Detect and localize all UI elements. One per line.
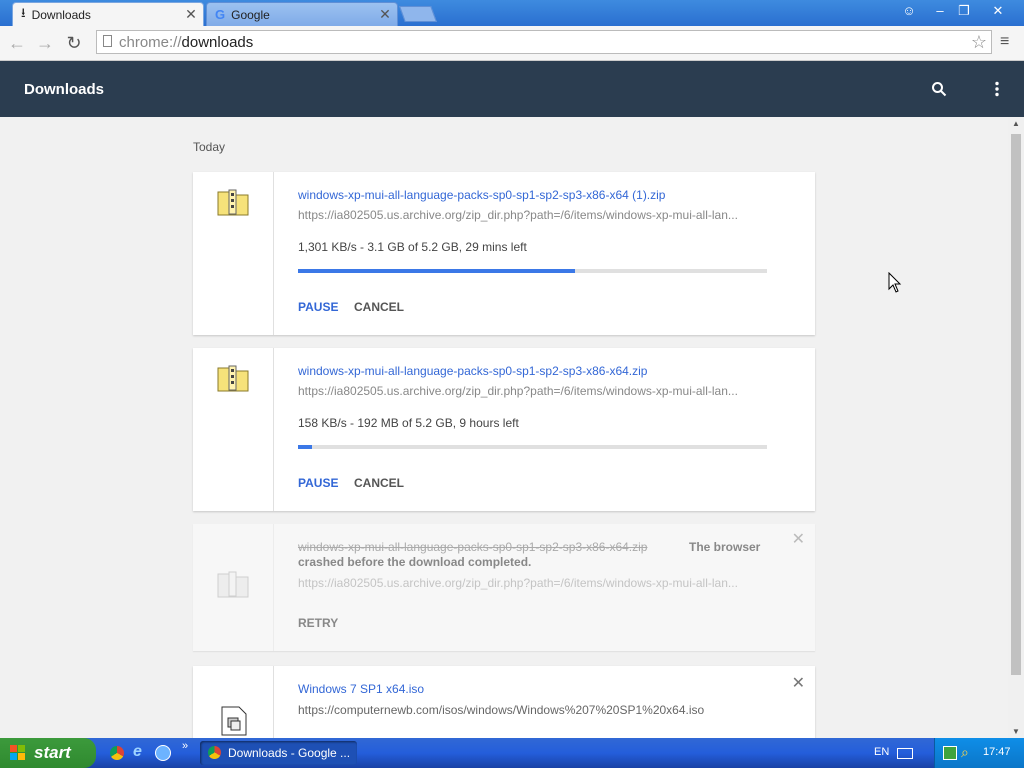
zip-file-icon xyxy=(217,571,249,598)
error-text-line1: The browser xyxy=(689,540,761,554)
network-icon[interactable] xyxy=(943,746,957,760)
language-indicator[interactable]: EN xyxy=(874,746,889,758)
zip-file-icon xyxy=(217,189,249,216)
start-label: start xyxy=(34,743,71,762)
remove-item-icon[interactable]: ✕ xyxy=(792,529,805,549)
reload-button[interactable]: ↻ xyxy=(63,32,85,54)
progress-fill xyxy=(298,445,313,449)
source-url[interactable]: https://ia802505.us.archive.org/zip_dir.… xyxy=(298,208,738,222)
title-bar: ⭳ Downloads ✕ G Google ✕ ☺ – ❐ ✕ xyxy=(0,0,1024,26)
retry-button[interactable]: RETRY xyxy=(298,616,338,630)
download-item-failed: windows-xp-mui-all-language-packs-sp0-sp… xyxy=(193,524,815,651)
windows-logo-icon xyxy=(10,745,26,761)
mouse-cursor-icon xyxy=(888,272,902,293)
url-scheme: chrome:// xyxy=(119,34,182,51)
close-tab-icon[interactable]: ✕ xyxy=(183,6,199,23)
scrollbar-thumb[interactable] xyxy=(1011,134,1021,675)
download-status: 158 KB/s - 192 MB of 5.2 GB, 9 hours lef… xyxy=(298,416,519,430)
address-bar[interactable]: chrome://downloads ☆ xyxy=(96,30,992,54)
error-text-line2: crashed before the download completed. xyxy=(298,555,532,569)
more-options-icon[interactable] xyxy=(994,81,1000,97)
star-icon[interactable]: ☆ xyxy=(971,32,987,53)
tab-downloads[interactable]: ⭳ Downloads ✕ xyxy=(12,2,204,26)
file-icon-column xyxy=(193,172,274,335)
download-icon: ⭳ xyxy=(21,4,26,20)
file-icon-column xyxy=(193,524,274,651)
new-tab-button[interactable] xyxy=(399,6,437,22)
progress-fill xyxy=(298,269,575,273)
clock: 17:47 xyxy=(983,746,1011,758)
chrome-quicklaunch-icon[interactable] xyxy=(110,746,124,760)
chrome-icon xyxy=(208,746,221,759)
scroll-down-arrow[interactable]: ▼ xyxy=(1012,727,1020,736)
google-icon: G xyxy=(215,7,226,22)
download-status: 1,301 KB/s - 3.1 GB of 5.2 GB, 29 mins l… xyxy=(298,240,527,254)
system-tray: ⌕ 17:47 xyxy=(934,738,1024,768)
file-name-struck: windows-xp-mui-all-language-packs-sp0-sp… xyxy=(298,540,648,554)
start-button[interactable]: start xyxy=(0,738,96,768)
pause-button[interactable]: PAUSE xyxy=(298,476,338,490)
keyboard-icon[interactable] xyxy=(897,748,913,759)
search-icon[interactable] xyxy=(931,81,947,97)
progress-bar xyxy=(298,445,767,449)
restore-button[interactable]: ❐ xyxy=(952,1,976,21)
disc-image-file-icon xyxy=(221,706,247,736)
forward-button[interactable]: → xyxy=(34,32,56,54)
download-item: windows-xp-mui-all-language-packs-sp0-sp… xyxy=(193,348,815,511)
cancel-button[interactable]: CANCEL xyxy=(354,476,404,490)
source-url[interactable]: https://ia802505.us.archive.org/zip_dir.… xyxy=(298,384,738,398)
close-tab-icon[interactable]: ✕ xyxy=(377,6,393,23)
show-more-quicklaunch-icon[interactable]: » xyxy=(182,740,188,752)
downloads-header: Downloads xyxy=(0,61,1024,117)
date-section-label: Today xyxy=(193,140,226,154)
back-button[interactable]: ← xyxy=(6,32,28,54)
download-item: windows-xp-mui-all-language-packs-sp0-sp… xyxy=(193,172,815,335)
cancel-button[interactable]: CANCEL xyxy=(354,300,404,314)
url-path: downloads xyxy=(181,34,254,51)
file-icon-column xyxy=(193,348,274,511)
tab-label: Downloads xyxy=(31,7,91,22)
page-title: Downloads xyxy=(24,81,105,98)
media-quicklaunch-icon[interactable] xyxy=(155,745,171,761)
profile-icon[interactable]: ☺ xyxy=(897,1,921,21)
progress-bar xyxy=(298,269,767,273)
pause-button[interactable]: PAUSE xyxy=(298,300,338,314)
taskbar-window-downloads[interactable]: Downloads - Google ... xyxy=(200,741,357,765)
close-window-button[interactable]: ✕ xyxy=(986,1,1010,21)
source-url: https://ia802505.us.archive.org/zip_dir.… xyxy=(298,576,738,590)
search-tray-icon[interactable]: ⌕ xyxy=(961,744,969,761)
tab-google[interactable]: G Google ✕ xyxy=(206,2,398,26)
file-name-link[interactable]: windows-xp-mui-all-language-packs-sp0-sp… xyxy=(298,188,665,202)
browser-toolbar: ← → ↻ chrome://downloads ☆ ≡ xyxy=(0,26,1024,61)
page-icon xyxy=(103,35,112,47)
taskbar-window-label: Downloads - Google ... xyxy=(228,746,351,760)
zip-file-icon xyxy=(217,365,249,392)
menu-icon[interactable]: ≡ xyxy=(1000,33,1009,51)
minimize-button[interactable]: – xyxy=(928,1,952,21)
source-url[interactable]: https://computernewb.com/isos/windows/Wi… xyxy=(298,703,704,717)
file-name-link[interactable]: Windows 7 SP1 x64.iso xyxy=(298,682,424,696)
windows-taskbar: start e » Downloads - Google ... EN ⌕ 17… xyxy=(0,738,1024,768)
file-name-link[interactable]: windows-xp-mui-all-language-packs-sp0-sp… xyxy=(298,364,647,378)
tab-label: Google xyxy=(231,7,270,22)
remove-item-icon[interactable]: ✕ xyxy=(792,673,805,693)
ie-quicklaunch-icon[interactable]: e xyxy=(133,743,142,761)
url-text: chrome://downloads xyxy=(119,34,253,51)
scroll-up-arrow[interactable]: ▲ xyxy=(1012,119,1020,128)
